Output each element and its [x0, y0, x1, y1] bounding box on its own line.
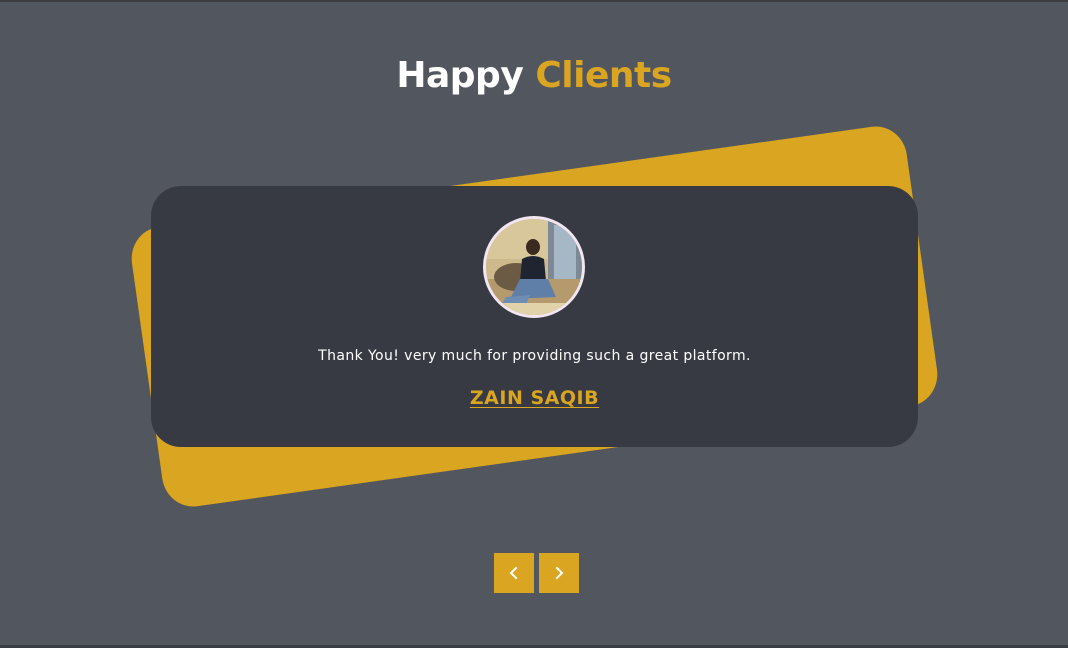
section-title-word-2: Clients [535, 55, 672, 96]
client-avatar [483, 216, 585, 318]
next-button[interactable] [539, 553, 579, 593]
previous-button[interactable] [494, 553, 534, 593]
testimonials-section: Happy Clients Thank You! very much for p… [0, 2, 1068, 645]
section-title-word-1: Happy [396, 55, 524, 96]
chevron-right-icon [555, 566, 564, 580]
chevron-left-icon [509, 566, 518, 580]
section-title: Happy Clients [0, 54, 1068, 98]
testimonial-quote: Thank You! very much for providing such … [318, 348, 751, 364]
testimonial-slide: Thank You! very much for providing such … [127, 122, 942, 511]
client-photo [486, 219, 582, 315]
client-name-link[interactable]: ZAIN SAQIB [151, 386, 918, 410]
testimonial-card: Thank You! very much for providing such … [151, 186, 918, 447]
